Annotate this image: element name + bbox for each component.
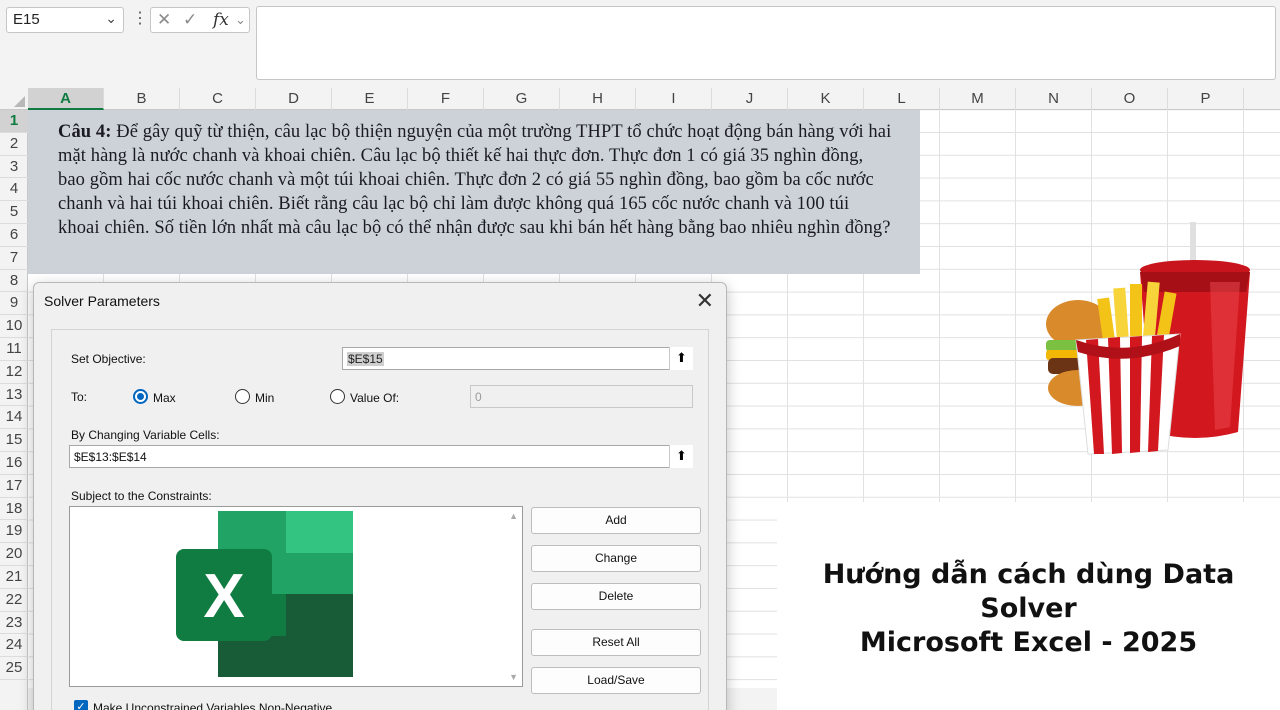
close-icon[interactable]: ✕ (696, 288, 714, 314)
formula-buttons: ✕ ✓ fx ⌄ (150, 7, 250, 33)
nonnegative-label: Make Unconstrained Variables Non-Negativ… (93, 701, 333, 710)
min-radio[interactable] (235, 389, 250, 404)
column-header-j[interactable]: J (712, 88, 788, 110)
column-headers: ABCDEFGHIJKLMNOP (0, 88, 1280, 110)
dialog-title: Solver Parameters (44, 293, 160, 309)
row-header-22[interactable]: 22 (0, 589, 28, 612)
changing-cells-field[interactable]: $E$13:$E$14 (69, 445, 693, 468)
formula-input[interactable] (256, 6, 1276, 80)
objective-field[interactable]: $E$15 (342, 347, 693, 370)
scroll-up-icon[interactable]: ▲ (509, 511, 518, 521)
check-icon[interactable]: ✓ (183, 10, 197, 30)
column-header-c[interactable]: C (180, 88, 256, 110)
column-header-b[interactable]: B (104, 88, 180, 110)
column-header-a[interactable]: A (28, 88, 104, 110)
row-header-9[interactable]: 9 (0, 292, 28, 316)
nonnegative-checkbox[interactable]: ✓ (74, 700, 88, 710)
row-header-21[interactable]: 21 (0, 566, 28, 589)
svg-text:X: X (203, 562, 244, 631)
excel-logo: X (176, 511, 353, 677)
row-header-23[interactable]: 23 (0, 612, 28, 635)
column-header-d[interactable]: D (256, 88, 332, 110)
chevron-down-icon[interactable]: ⌄ (105, 10, 117, 27)
formula-bar-area: E15 ⌄ ⋮ ✕ ✓ fx ⌄ (0, 0, 1280, 88)
row-header-5[interactable]: 5 (0, 201, 28, 224)
row-header-24[interactable]: 24 (0, 634, 28, 658)
name-box-value: E15 (13, 11, 40, 28)
question-text: Câu 4: Để gây quỹ từ thiện, câu lạc bộ t… (58, 120, 892, 240)
max-radio[interactable] (133, 389, 148, 404)
max-label: Max (153, 391, 176, 405)
row-header-6[interactable]: 6 (0, 224, 28, 247)
collapse-dialog-icon[interactable]: ⬆ (669, 445, 693, 468)
question-image: Câu 4: Để gây quỹ từ thiện, câu lạc bộ t… (28, 110, 920, 274)
scroll-down-icon[interactable]: ▼ (509, 672, 518, 682)
column-header-k[interactable]: K (788, 88, 864, 110)
select-all-corner[interactable] (0, 88, 28, 110)
column-header-n[interactable]: N (1016, 88, 1092, 110)
row-header-18[interactable]: 18 (0, 498, 28, 521)
row-header-12[interactable]: 12 (0, 361, 28, 384)
value-of-label: Value Of: (350, 391, 400, 405)
column-header-o[interactable]: O (1092, 88, 1168, 110)
to-label: To: (71, 390, 88, 404)
row-header-20[interactable]: 20 (0, 543, 28, 566)
caption-line-1: Hướng dẫn cách dùng Data Solver (822, 559, 1235, 624)
insert-function-icon[interactable]: fx (213, 10, 229, 30)
row-header-3[interactable]: 3 (0, 156, 28, 179)
video-caption: Hướng dẫn cách dùng Data Solver Microsof… (777, 558, 1280, 660)
objective-value: $E$15 (347, 352, 384, 366)
solver-dialog: Solver Parameters ✕ Set Objective: $E$15… (33, 282, 727, 710)
row-header-16[interactable]: 16 (0, 452, 28, 475)
column-header-g[interactable]: G (484, 88, 560, 110)
constraints-label: Subject to the Constraints: (71, 489, 212, 503)
row-header-2[interactable]: 2 (0, 133, 28, 156)
row-header-13[interactable]: 13 (0, 384, 28, 407)
row-header-11[interactable]: 11 (0, 338, 28, 361)
row-header-25[interactable]: 25 (0, 657, 28, 680)
column-header-h[interactable]: H (560, 88, 636, 110)
add-button[interactable]: Add (531, 507, 701, 534)
row-header-7[interactable]: 7 (0, 247, 28, 270)
caption-line-2: Microsoft Excel - 2025 (859, 627, 1198, 658)
delete-button[interactable]: Delete (531, 583, 701, 610)
row-headers: 1 2 3 4 5 6 7 8 9 10 11 12 13 14 15 16 17 18 19 20 21 22 23 24 2… (0, 110, 28, 710)
load-save-button[interactable]: Load/Save (531, 667, 701, 694)
change-button[interactable]: Change (531, 545, 701, 572)
question-label: Câu 4: (58, 122, 112, 142)
column-header-l[interactable]: L (864, 88, 940, 110)
row-header-1[interactable]: 1 (0, 110, 28, 133)
value-of-radio[interactable] (330, 389, 345, 404)
row-header-10[interactable]: 10 (0, 315, 28, 338)
question-body: Để gây quỹ từ thiện, câu lạc bộ thiện ng… (58, 122, 892, 238)
fastfood-illustration (1046, 222, 1250, 455)
value-of-field[interactable]: 0 (470, 385, 693, 408)
changing-cells-label: By Changing Variable Cells: (71, 428, 220, 442)
column-header-m[interactable]: M (940, 88, 1016, 110)
excel-window: E15 ⌄ ⋮ ✕ ✓ fx ⌄ ABCDEFGHIJKLMNOP 123456… (0, 0, 1280, 710)
more-options-icon[interactable]: ⋮ (132, 8, 148, 28)
column-header-p[interactable]: P (1168, 88, 1244, 110)
row-header-15[interactable]: 15 (0, 429, 28, 452)
row-header-4[interactable]: 4 (0, 178, 28, 202)
row-header-14[interactable]: 14 (0, 406, 28, 430)
min-label: Min (255, 391, 275, 405)
collapse-dialog-icon[interactable]: ⬆ (669, 347, 693, 370)
x-icon[interactable]: ✕ (157, 10, 171, 30)
column-header-f[interactable]: F (408, 88, 484, 110)
reset-all-button[interactable]: Reset All (531, 629, 701, 656)
row-header-17[interactable]: 17 (0, 475, 28, 498)
set-objective-label: Set Objective: (71, 352, 146, 366)
column-header-e[interactable]: E (332, 88, 408, 110)
chevron-down-icon[interactable]: ⌄ (235, 12, 246, 28)
column-header-i[interactable]: I (636, 88, 712, 110)
row-header-19[interactable]: 19 (0, 520, 28, 544)
name-box[interactable]: E15 ⌄ (6, 7, 124, 33)
row-header-8[interactable]: 8 (0, 270, 28, 293)
solver-panel: Set Objective: $E$15 ⬆ To: Max Min Value… (51, 329, 709, 710)
